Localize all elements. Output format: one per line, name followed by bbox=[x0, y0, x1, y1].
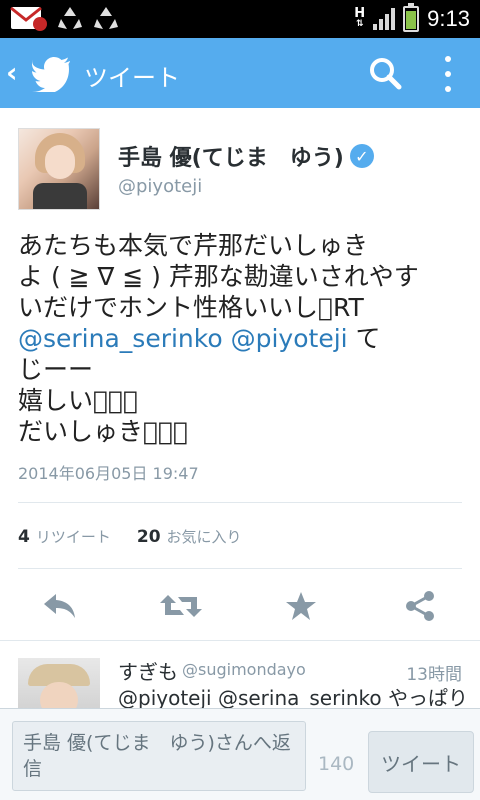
tweet-timestamp: 2014年06月05日 19:47 bbox=[18, 464, 199, 483]
overflow-menu-icon[interactable] bbox=[440, 56, 456, 92]
mention-link[interactable]: @serina_serinko bbox=[18, 324, 223, 353]
tweet-text-line: あたちも本気で芹那だいしゅき bbox=[18, 230, 458, 261]
tweet-text-segment bbox=[223, 324, 231, 353]
verified-badge-icon: ✓ bbox=[349, 144, 374, 168]
author-handle[interactable]: @piyoteji bbox=[118, 176, 202, 197]
tweet-button[interactable]: ツイート bbox=[368, 731, 474, 793]
favorite-count-stat[interactable]: 20 お気に入り bbox=[137, 526, 242, 547]
recycle-icon bbox=[94, 7, 118, 29]
recycle-icon bbox=[58, 7, 82, 29]
divider bbox=[18, 568, 462, 569]
app-bar: ‹ ツイート bbox=[0, 38, 480, 108]
author-name-line: 手島 優(てじま ゆう) ✓ bbox=[118, 140, 374, 172]
tweet-text-line: いだけでホント性格いいし RT bbox=[18, 292, 458, 323]
favorite-button[interactable] bbox=[281, 586, 321, 626]
tweet-stats: 4 リツイート 20 お気に入り bbox=[18, 526, 242, 547]
tweet-text-line: @serina_serinko @piyoteji て bbox=[18, 323, 458, 354]
favorite-count: 20 bbox=[136, 527, 161, 547]
tweet-text: あたちも本気で芹那だいしゅきよ ( ≧ ∇ ≦ ) 芹那な勘違いされやす いだけで… bbox=[18, 230, 458, 447]
reply-compose-bar: 手島 優(てじま ゆう)さんへ返信 140 ツイート bbox=[0, 708, 480, 800]
retweet-count: 4 bbox=[18, 527, 30, 547]
back-icon[interactable]: ‹ bbox=[6, 56, 18, 89]
twitter-bird-icon[interactable] bbox=[32, 54, 72, 92]
tweet-text-line: じーー bbox=[18, 354, 458, 385]
tweet-text-segment: あたちも本気で芹那だいしゅき bbox=[18, 231, 369, 260]
notification-icons bbox=[10, 4, 120, 32]
retweet-icon bbox=[160, 595, 202, 617]
tweet-text-line: だいしゅき    bbox=[18, 416, 458, 447]
divider bbox=[18, 502, 462, 503]
battery-icon bbox=[403, 3, 420, 32]
network-type: H ⇅ bbox=[354, 6, 366, 29]
signal-icon bbox=[373, 8, 396, 30]
author-display-name[interactable]: 手島 優(てじま ゆう) bbox=[118, 140, 344, 172]
tweet-text-line: 嬉しい    bbox=[18, 385, 458, 416]
tweet-text-line: よ ( ≧ ∇ ≦ ) 芹那な勘違いされやす bbox=[18, 261, 458, 292]
star-icon bbox=[286, 592, 316, 620]
reply-button[interactable] bbox=[40, 586, 80, 626]
tweet-text-segment: いだけでホント性格いいし RT bbox=[18, 293, 364, 322]
mention-link[interactable]: @piyoteji bbox=[231, 324, 348, 353]
retweet-count-stat[interactable]: 4 リツイート bbox=[18, 526, 111, 547]
tweet-text-segment: よ ( ≧ ∇ ≦ ) 芹那な勘違いされやす bbox=[18, 262, 419, 291]
author-avatar[interactable] bbox=[18, 128, 100, 210]
tweet-text-segment: じーー bbox=[18, 355, 94, 384]
character-count: 140 bbox=[318, 753, 355, 775]
reply-icon bbox=[44, 594, 75, 618]
reply-text[interactable]: @piyoteji @serina_serinko やっぱり bbox=[118, 682, 468, 711]
reply-input[interactable]: 手島 優(てじま ゆう)さんへ返信 bbox=[12, 721, 306, 791]
tweet-actions bbox=[0, 580, 480, 630]
page-title: ツイート bbox=[84, 64, 180, 92]
reply-author-name[interactable]: すぎも bbox=[118, 656, 178, 685]
retweet-label: リツイート bbox=[35, 528, 111, 546]
divider bbox=[0, 640, 480, 641]
favorite-label: お気に入り bbox=[166, 528, 242, 546]
share-button[interactable] bbox=[400, 586, 440, 626]
tweet-text-segment: だいしゅき    bbox=[18, 417, 189, 446]
search-icon[interactable] bbox=[368, 56, 402, 90]
tweet-text-segment: 嬉しい    bbox=[18, 386, 139, 415]
tweet-text-segment: て bbox=[347, 324, 381, 353]
status-time: 9:13 bbox=[427, 6, 470, 31]
gmail-icon bbox=[10, 6, 47, 31]
share-icon bbox=[406, 591, 434, 621]
reply-author-handle[interactable]: @sugimondayo bbox=[182, 660, 306, 679]
retweet-button[interactable] bbox=[158, 586, 204, 626]
status-bar: H ⇅ 9:13 bbox=[0, 0, 480, 38]
